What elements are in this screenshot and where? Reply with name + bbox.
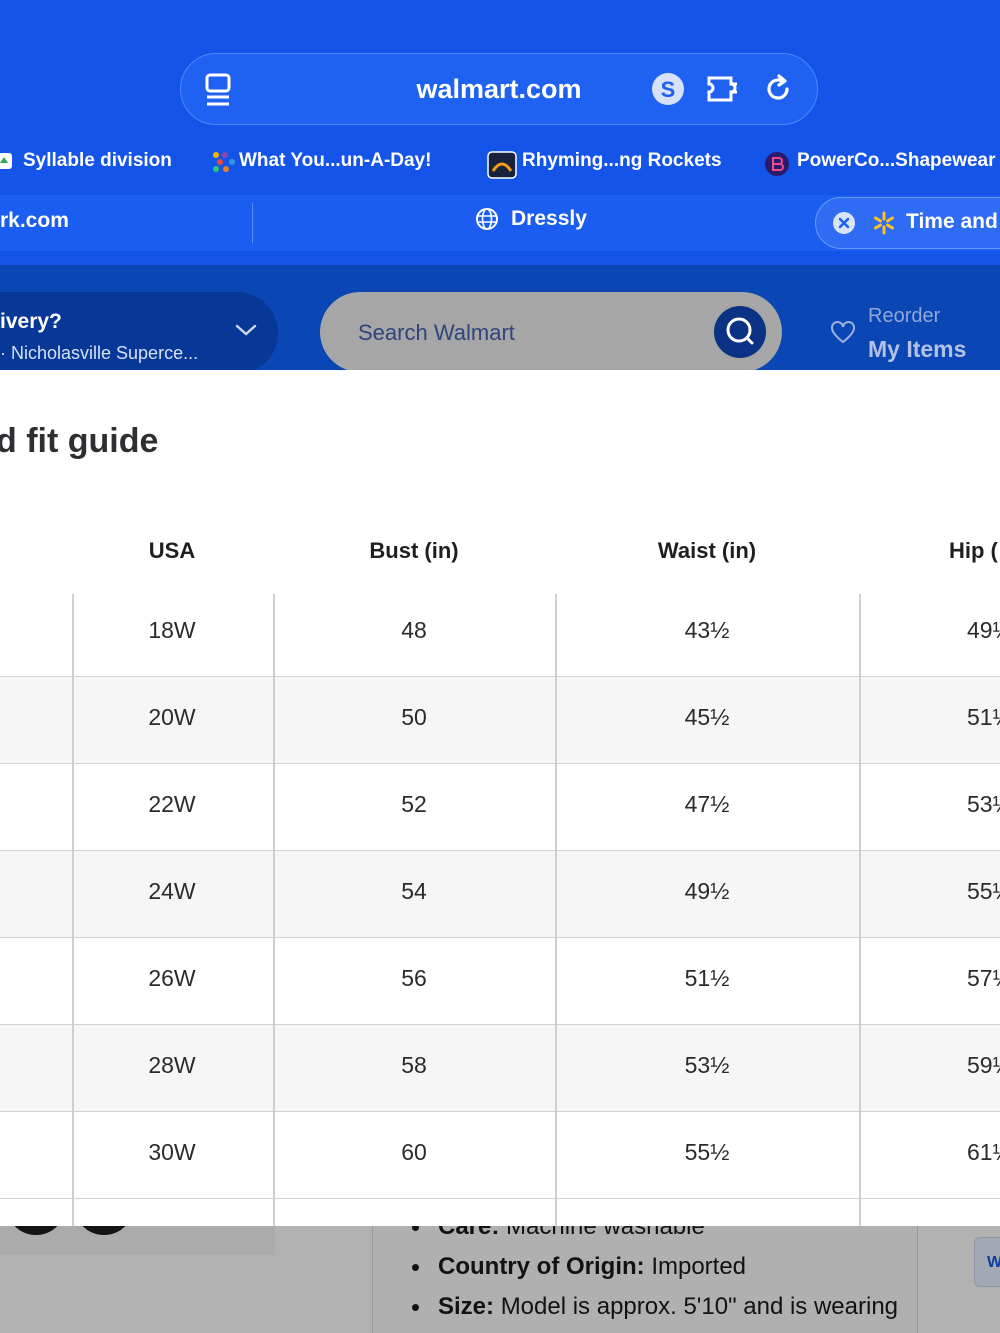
thumbnail xyxy=(6,1225,66,1235)
cell-hip: 53½ xyxy=(967,791,1000,817)
leaf-icon xyxy=(0,151,16,171)
s-extension-icon[interactable]: S xyxy=(651,72,685,111)
cell-bust: 54 xyxy=(401,878,427,904)
cell-waist: 55½ xyxy=(684,1139,730,1165)
delivery-store: · Nicholasville Superce... xyxy=(0,343,199,363)
rocket-icon xyxy=(487,151,517,179)
reorder-label[interactable]: Reorder xyxy=(868,305,940,328)
background-page: Care: Machine washable Country of Origin… xyxy=(0,1225,1000,1333)
cell-bust: 48 xyxy=(401,617,427,643)
cell-hip: 49½ xyxy=(967,617,1000,643)
cell-hip: 51½ xyxy=(967,704,1000,730)
svg-text:S: S xyxy=(661,77,676,102)
column-header-bust: Bust (in) xyxy=(369,538,459,563)
tab-label: Dressly xyxy=(511,207,587,230)
cell-bust: 52 xyxy=(401,791,427,817)
column-header-hip: Hip ( xyxy=(949,538,998,563)
cell-hip: 59½ xyxy=(967,1052,1000,1078)
column-header-waist: Waist (in) xyxy=(657,538,757,563)
modal-title: d fit guide xyxy=(0,422,159,460)
side-card: W xyxy=(974,1237,1000,1287)
bookmark-label: Rhyming...ng Rockets xyxy=(522,150,722,171)
column-header-usa: USA xyxy=(148,538,196,563)
bookmarks-bar: Syllable division What You...un-A-Day! R… xyxy=(0,140,1000,182)
walmart-header: ivery? · Nicholasville Superce... Search… xyxy=(0,265,1000,370)
cell-bust: 50 xyxy=(401,704,427,730)
cell-hip: 55½ xyxy=(967,878,1000,904)
cell-waist: 43½ xyxy=(684,617,730,643)
cell-usa: 22W xyxy=(148,791,196,817)
column-divider xyxy=(555,594,557,1226)
cell-bust: 60 xyxy=(401,1139,427,1165)
cell-hip: 61½ xyxy=(967,1139,1000,1165)
column-divider xyxy=(72,594,74,1226)
search-button[interactable] xyxy=(714,306,766,358)
delivery-title: ivery? xyxy=(0,310,62,333)
table-row: 30W 60 55½ 61½ xyxy=(0,1112,1000,1199)
cell-waist: 51½ xyxy=(684,965,730,991)
table-row: 18W 48 43½ 49½ xyxy=(0,590,1000,677)
list-item: Care: Machine washable xyxy=(412,1225,898,1247)
column-divider xyxy=(859,594,861,1226)
globe-icon xyxy=(476,208,498,230)
table-row: 28W 58 53½ 59½ xyxy=(0,1025,1000,1112)
cell-usa: 28W xyxy=(148,1052,196,1078)
thumbnail-strip xyxy=(0,1225,275,1255)
cell-usa: 20W xyxy=(148,704,196,730)
tab-active[interactable]: Time and xyxy=(815,197,1000,249)
table-row: 22W 52 47½ 53½ xyxy=(0,764,1000,851)
tab-left[interactable]: rk.com xyxy=(0,209,69,233)
bookmark-syllable[interactable]: Syllable division xyxy=(0,140,172,182)
tab-label: Time and xyxy=(906,210,998,233)
dots-icon xyxy=(212,151,235,172)
cell-waist: 45½ xyxy=(684,704,730,730)
bookmark-powerco[interactable]: PowerCo...Shapewear xyxy=(764,140,996,182)
my-items-link[interactable]: My Items xyxy=(868,336,966,363)
bookmark-what-you[interactable]: What You...un-A-Day! xyxy=(212,140,431,182)
chevron-down-icon xyxy=(234,322,258,343)
bookmark-label: Syllable division xyxy=(23,150,172,171)
cell-usa: 26W xyxy=(148,965,196,991)
search-icon xyxy=(726,317,754,345)
tab-bar: rk.com Dressly Time and xyxy=(0,195,1000,251)
table-row: 26W 56 51½ 57½ xyxy=(0,938,1000,1025)
cell-waist: 53½ xyxy=(684,1052,730,1078)
cell-waist: 47½ xyxy=(684,791,730,817)
list-item: Size: Model is approx. 5'10" and is wear… xyxy=(412,1287,898,1327)
search-input[interactable]: Search Walmart xyxy=(358,320,515,346)
size-guide-modal: d fit guide USA Bust (in) Waist (in) Hip… xyxy=(0,370,1000,1226)
puzzle-extension-icon[interactable] xyxy=(706,72,744,111)
cell-waist: 49½ xyxy=(684,878,730,904)
cell-hip: 57½ xyxy=(967,965,1000,991)
thumbnail xyxy=(74,1225,134,1235)
address-bar[interactable]: walmart.com S xyxy=(180,53,818,125)
close-tab-icon[interactable] xyxy=(832,211,856,240)
browser-chrome: walmart.com S Syllable division What You… xyxy=(0,0,1000,265)
search-bar[interactable]: Search Walmart xyxy=(320,292,782,370)
reload-icon[interactable] xyxy=(761,72,795,111)
tab-divider xyxy=(252,203,253,243)
cell-usa: 18W xyxy=(148,617,196,643)
bookmark-label: What You...un-A-Day! xyxy=(239,150,432,171)
list-item: Country of Origin: Imported xyxy=(412,1247,898,1287)
cell-bust: 56 xyxy=(401,965,427,991)
details-list: Care: Machine washable Country of Origin… xyxy=(412,1225,898,1327)
cell-usa: 30W xyxy=(148,1139,196,1165)
table-row: 24W 54 49½ 55½ xyxy=(0,851,1000,938)
heart-icon[interactable] xyxy=(830,321,856,350)
cell-bust: 58 xyxy=(401,1052,427,1078)
brand-icon xyxy=(764,151,790,176)
tab-dressly[interactable]: Dressly xyxy=(475,207,587,231)
bookmark-label: PowerCo...Shapewear xyxy=(797,150,996,171)
walmart-spark-icon xyxy=(872,211,896,240)
column-divider xyxy=(273,594,275,1226)
delivery-selector[interactable]: ivery? · Nicholasville Superce... xyxy=(0,292,278,370)
cell-usa: 24W xyxy=(148,878,196,904)
table-row: 20W 50 45½ 51½ xyxy=(0,677,1000,764)
card-letter: W xyxy=(987,1254,1000,1271)
bookmark-rhyming[interactable]: Rhyming...ng Rockets xyxy=(487,140,722,182)
